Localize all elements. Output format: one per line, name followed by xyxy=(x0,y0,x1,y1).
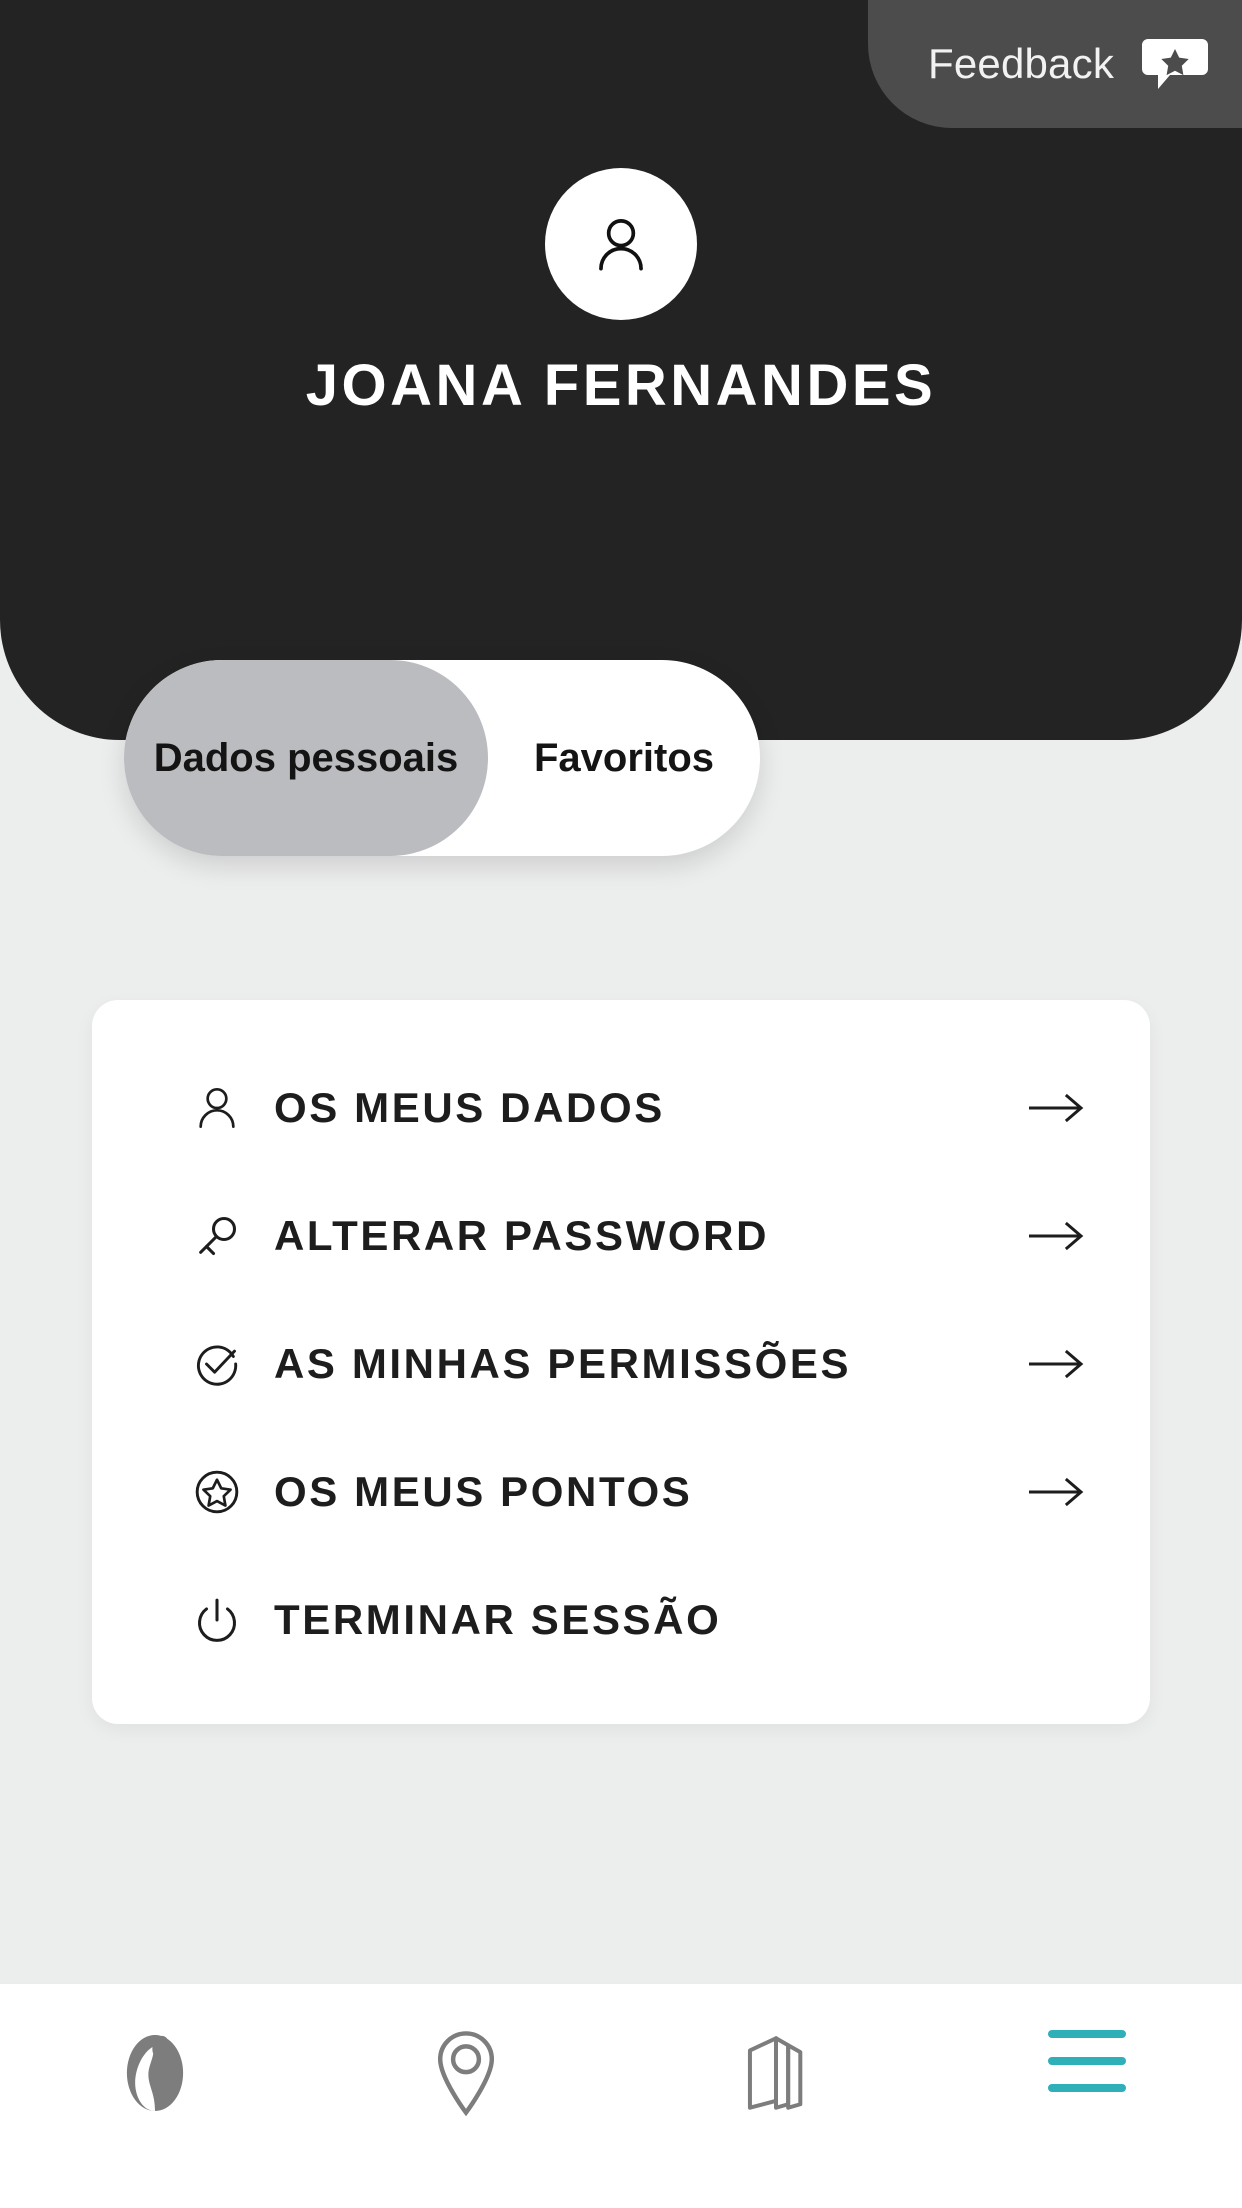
arrow-right-icon xyxy=(1018,1219,1098,1253)
arrow-right-icon xyxy=(1018,1347,1098,1381)
menu-item-label: OS MEUS PONTOS xyxy=(274,1468,693,1516)
nav-item-catalog[interactable] xyxy=(621,2030,932,2116)
brochure-icon xyxy=(733,2030,819,2116)
tab-label: Dados pessoais xyxy=(153,735,459,780)
menu-item-label: AS MINHAS PERMISSÕES xyxy=(274,1340,852,1388)
menu-item-alterar-password[interactable]: ALTERAR PASSWORD xyxy=(92,1172,1150,1300)
speech-bubble-star-icon xyxy=(1142,35,1209,93)
menu-item-label: TERMINAR SESSÃO xyxy=(274,1596,722,1644)
power-icon xyxy=(178,1581,256,1659)
hamburger-icon xyxy=(1047,2030,1126,2092)
profile-tabs: Dados pessoais Favoritos xyxy=(124,660,760,856)
map-pin-icon xyxy=(423,2030,509,2116)
tab-dados-pessoais[interactable]: Dados pessoais xyxy=(124,660,488,856)
nav-item-locations[interactable] xyxy=(311,2030,622,2116)
person-icon xyxy=(599,219,643,271)
feedback-button[interactable]: Feedback xyxy=(868,0,1242,128)
menu-item-os-meus-dados[interactable]: OS MEUS DADOS xyxy=(92,1044,1150,1172)
hamburger-bar xyxy=(1047,2030,1126,2038)
nav-item-menu[interactable] xyxy=(932,2030,1242,2092)
menu-item-as-minhas-permissoes[interactable]: AS MINHAS PERMISSÕES xyxy=(92,1300,1150,1428)
menu-item-label: ALTERAR PASSWORD xyxy=(274,1212,770,1260)
hamburger-bar xyxy=(1047,2057,1126,2065)
page-title: JOANA FERNANDES xyxy=(305,353,937,418)
brand-logo-icon xyxy=(112,2030,198,2116)
feedback-label: Feedback xyxy=(927,40,1115,87)
profile-menu-card: OS MEUS DADOS ALTERAR PASSWORD AS MINHAS… xyxy=(92,1000,1150,1724)
nav-item-home[interactable] xyxy=(0,2030,311,2116)
star-circle-icon xyxy=(178,1453,256,1531)
arrow-right-icon xyxy=(1018,1475,1098,1509)
person-icon xyxy=(178,1069,256,1147)
avatar xyxy=(545,168,697,320)
tab-favoritos[interactable]: Favoritos xyxy=(488,660,760,856)
check-circle-icon xyxy=(178,1325,256,1403)
menu-item-label: OS MEUS DADOS xyxy=(274,1084,665,1132)
tab-label: Favoritos xyxy=(533,735,715,780)
bottom-navigation xyxy=(0,1983,1242,2208)
arrow-right-icon xyxy=(1018,1091,1098,1125)
menu-item-os-meus-pontos[interactable]: OS MEUS PONTOS xyxy=(92,1428,1150,1556)
hamburger-bar xyxy=(1047,2084,1126,2092)
menu-item-terminar-sessao[interactable]: TERMINAR SESSÃO xyxy=(92,1556,1150,1684)
key-icon xyxy=(178,1197,256,1275)
